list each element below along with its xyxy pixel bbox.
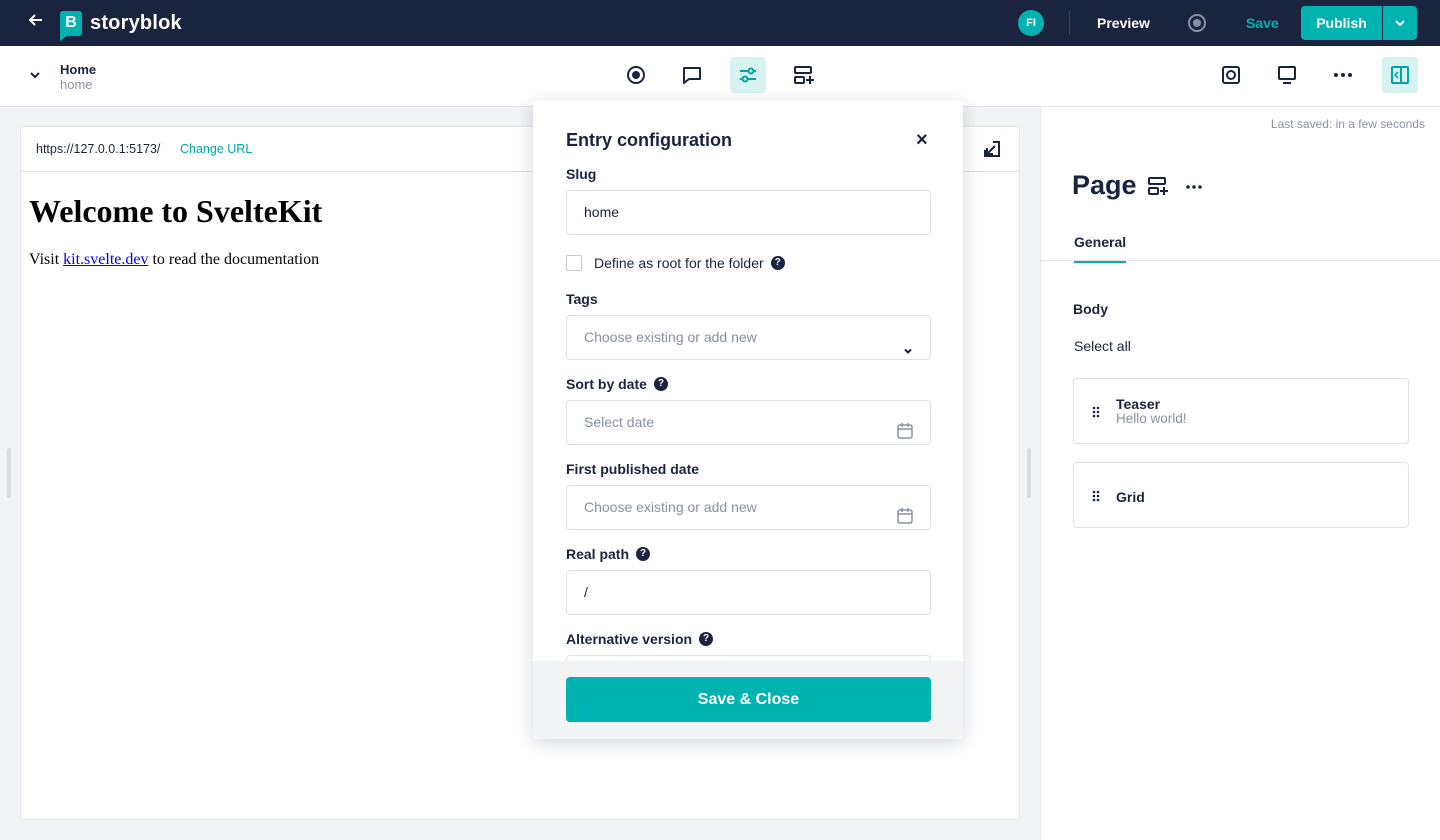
block-item-grid[interactable]: Grid <box>1073 462 1409 528</box>
root-folder-text: Define as root for the folder <box>594 255 764 271</box>
more-icon[interactable] <box>1325 57 1361 93</box>
tags-select[interactable]: Choose existing or add new <box>566 315 931 360</box>
publish-options-button[interactable] <box>1383 6 1417 40</box>
chevron-down-icon[interactable] <box>28 68 42 87</box>
drag-handle-icon[interactable] <box>1092 489 1100 507</box>
alt-version-text: Alternative version <box>566 631 693 647</box>
first-published-label: First published date <box>566 461 700 477</box>
dialog-footer: Save & Close <box>533 661 963 739</box>
root-folder-checkbox[interactable] <box>566 255 582 271</box>
change-url-link[interactable]: Change URL <box>180 142 252 156</box>
status-dot-icon[interactable] <box>1188 14 1206 32</box>
story-slug: home <box>60 77 93 92</box>
first-published-input[interactable]: Choose existing or add new <box>566 485 931 530</box>
sort-date-label: Sort by date? <box>566 376 668 392</box>
left-resize-handle[interactable] <box>7 448 11 498</box>
publish-button[interactable]: Publish <box>1301 6 1382 40</box>
avatar[interactable]: FI <box>1018 10 1044 36</box>
drag-handle-icon[interactable] <box>1092 405 1100 423</box>
para-text-before: Visit <box>29 251 64 268</box>
real-path-text: Real path <box>566 546 630 562</box>
last-saved-status: Last saved: in a few seconds <box>1270 117 1425 131</box>
dialog-title: Entry configuration <box>566 130 732 150</box>
more-icon[interactable] <box>1185 177 1203 195</box>
desktop-icon[interactable] <box>1269 57 1305 93</box>
chevron-down-icon <box>902 331 914 374</box>
save-close-button[interactable]: Save & Close <box>566 677 931 722</box>
logo-wordmark: storyblok <box>90 12 182 34</box>
tab-divider <box>1041 260 1440 261</box>
storyblok-logo[interactable]: B storyblok <box>60 11 182 41</box>
close-icon[interactable]: × <box>916 130 928 150</box>
screen-icon[interactable] <box>1213 57 1249 93</box>
logo-mark: B <box>60 11 82 41</box>
site-paragraph: Visit kit.svelte.dev to read the documen… <box>29 251 319 269</box>
block-item-teaser[interactable]: Teaser Hello world! <box>1073 378 1409 444</box>
tags-placeholder: Choose existing or add new <box>584 329 757 345</box>
sort-date-placeholder: Select date <box>584 414 655 430</box>
content-panel: Last saved: in a few seconds Page Genera… <box>1040 107 1440 840</box>
calendar-icon[interactable] <box>896 414 914 457</box>
status-icon[interactable] <box>618 57 654 93</box>
editor-toolbar: Home home <box>0 46 1440 107</box>
real-path-input[interactable]: / <box>566 570 931 615</box>
preview-url: https://127.0.0.1:5173/ <box>36 142 161 156</box>
help-icon[interactable]: ? <box>699 632 714 646</box>
add-block-icon[interactable] <box>786 57 822 93</box>
alt-version-label: Alternative version? <box>566 631 714 647</box>
root-folder-label: Define as root for the folder? <box>594 255 785 271</box>
comments-icon[interactable] <box>674 57 710 93</box>
help-icon[interactable]: ? <box>770 256 785 270</box>
entry-config-icon[interactable] <box>730 57 766 93</box>
exit-fullscreen-icon[interactable] <box>983 140 1001 163</box>
block-name: Grid <box>1116 489 1145 505</box>
entry-configuration-dialog: Entry configuration × Slug home Define a… <box>533 100 963 739</box>
slug-input[interactable]: home <box>566 190 931 235</box>
help-icon[interactable]: ? <box>653 377 668 391</box>
sort-date-input[interactable]: Select date <box>566 400 931 445</box>
first-published-placeholder: Choose existing or add new <box>584 499 757 515</box>
tags-label: Tags <box>566 291 598 307</box>
right-resize-handle[interactable] <box>1027 448 1031 498</box>
help-icon[interactable]: ? <box>636 547 651 561</box>
block-subtitle: Hello world! <box>1116 411 1187 426</box>
top-divider <box>1069 11 1070 35</box>
top-bar: B storyblok FI Preview Save Publish <box>0 0 1440 46</box>
docs-link[interactable]: kit.svelte.dev <box>63 251 148 268</box>
tab-general[interactable]: General <box>1074 234 1127 263</box>
story-name: Home <box>60 62 97 77</box>
slug-label: Slug <box>566 166 597 182</box>
panel-title: Page <box>1072 170 1137 200</box>
back-arrow-icon[interactable] <box>26 12 46 34</box>
body-field-label: Body <box>1073 301 1108 317</box>
site-heading: Welcome to SvelteKit <box>29 193 323 229</box>
calendar-icon[interactable] <box>896 499 914 542</box>
preview-button[interactable]: Preview <box>1097 15 1150 31</box>
para-text-after: to read the documentation <box>148 251 320 268</box>
real-path-label: Real path? <box>566 546 651 562</box>
sort-date-text: Sort by date <box>566 376 647 392</box>
add-block-icon[interactable] <box>1147 176 1169 201</box>
select-all-button[interactable]: Select all <box>1074 338 1131 354</box>
panel-toggle-icon[interactable] <box>1382 57 1418 93</box>
chevron-down-icon <box>1395 20 1405 27</box>
save-button[interactable]: Save <box>1246 15 1279 31</box>
block-name: Teaser <box>1116 396 1161 412</box>
